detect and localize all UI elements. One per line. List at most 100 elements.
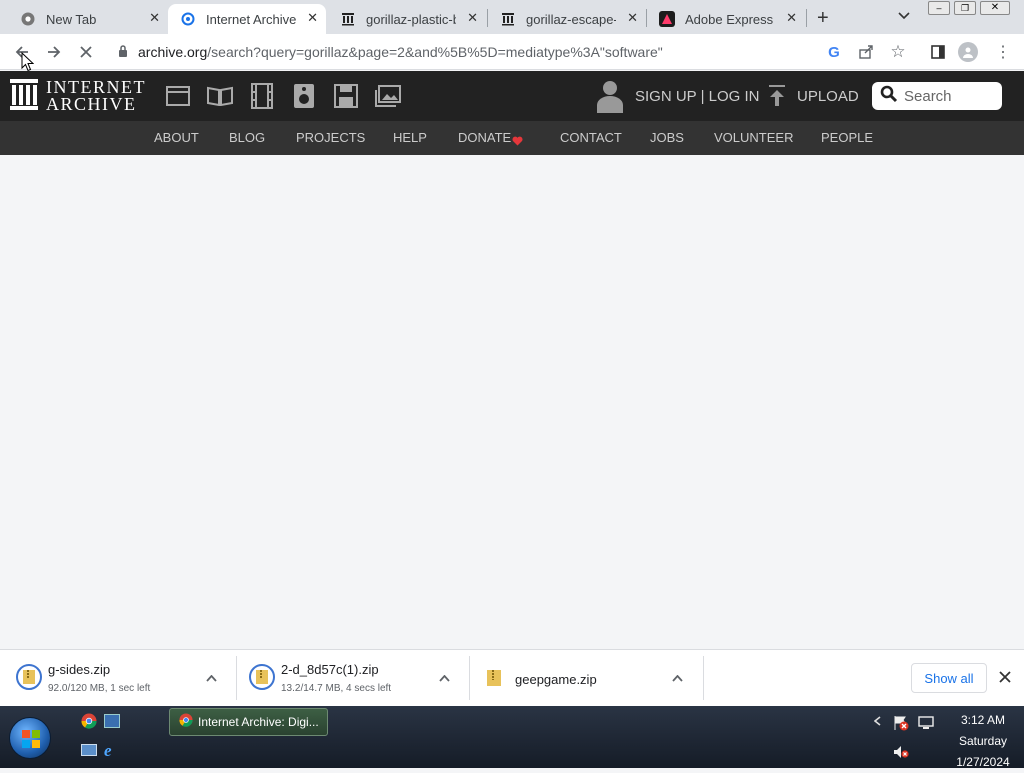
tab-strip: New Tab ✕ Internet Archive: D ✕ gorillaz… — [0, 0, 1024, 34]
ia-logo-icon[interactable] — [10, 79, 38, 116]
chevron-up-icon[interactable] — [672, 670, 683, 685]
internet-explorer-icon[interactable]: e — [104, 741, 112, 761]
close-tab-icon[interactable]: ✕ — [786, 10, 797, 26]
close-tab-icon[interactable]: ✕ — [307, 10, 318, 26]
desktop-quicklaunch-icon[interactable] — [104, 714, 120, 728]
tab-gorillaz-plastic[interactable]: gorillaz-plastic-be ✕ — [328, 4, 486, 34]
ia-wordmark[interactable]: INTERNET ARCHIVE — [46, 78, 146, 114]
tab-separator — [806, 9, 807, 27]
page-content-area — [0, 155, 1024, 649]
url-domain: archive.org — [138, 44, 208, 60]
taskbar-chrome-window[interactable]: Internet Archive: Digi... — [169, 708, 328, 736]
chevron-up-icon[interactable] — [439, 670, 450, 685]
close-tab-icon[interactable]: ✕ — [627, 10, 638, 26]
taskbar-window-title: Internet Archive: Digi... — [198, 715, 319, 729]
tab-title: gorillaz-escape-fr — [526, 11, 616, 27]
show-hidden-icons-icon[interactable] — [873, 715, 881, 729]
download-status: 92.0/120 MB, 1 sec left — [48, 683, 151, 694]
profile-avatar-icon[interactable] — [958, 42, 978, 62]
heart-icon — [512, 133, 523, 151]
signup-login-link[interactable]: SIGN UP | LOG IN — [635, 88, 759, 105]
bookmark-star-icon[interactable]: ☆ — [888, 42, 908, 62]
adobe-express-icon — [659, 11, 675, 27]
start-button[interactable] — [9, 717, 51, 759]
nav-people[interactable]: PEOPLE — [821, 130, 873, 145]
tab-gorillaz-escape[interactable]: gorillaz-escape-fr ✕ — [488, 4, 646, 34]
url-path: /search?query=gorillaz&page=2&and%5B%5D=… — [207, 44, 663, 60]
chrome-icon — [20, 11, 36, 27]
web-icon[interactable] — [165, 83, 191, 109]
window-controls: – ❐ ✕ — [928, 1, 1020, 16]
download-shelf: g-sides.zip 92.0/120 MB, 1 sec left 2-d_… — [0, 649, 1024, 706]
tab-title: gorillaz-plastic-be — [366, 11, 456, 27]
logo-line-2: ARCHIVE — [46, 94, 137, 114]
nav-blog[interactable]: BLOG — [229, 130, 265, 145]
archive-favicon-icon — [500, 11, 516, 27]
audio-speaker-icon[interactable] — [291, 83, 317, 109]
download-separator — [703, 656, 704, 700]
tab-new-tab[interactable]: New Tab ✕ — [8, 4, 168, 34]
ia-header: INTERNET ARCHIVE SIGN UP | LOG IN UPLOAD… — [0, 71, 1024, 121]
upload-link[interactable]: UPLOAD — [797, 88, 859, 105]
clock-date: 1/27/2024 — [956, 755, 1010, 769]
close-shelf-icon[interactable] — [999, 670, 1011, 688]
user-icon[interactable] — [596, 79, 624, 118]
address-bar[interactable]: archive.org/search?query=gorillaz&page=2… — [108, 38, 878, 66]
texts-book-icon[interactable] — [207, 83, 233, 109]
search-box[interactable]: Search — [872, 82, 1002, 110]
share-icon[interactable] — [856, 42, 876, 62]
nav-projects[interactable]: PROJECTS — [296, 130, 365, 145]
lock-icon — [118, 44, 128, 60]
nav-help[interactable]: HELP — [393, 130, 427, 145]
browser-toolbar: archive.org/search?query=gorillaz&page=2… — [0, 34, 1024, 70]
system-clock[interactable]: 3:12 AM Saturday 1/27/2024 — [950, 710, 1016, 773]
tab-title: Internet Archive: D — [206, 11, 296, 27]
upload-icon[interactable] — [768, 85, 786, 112]
download-status: 13.2/14.7 MB, 4 secs left — [281, 683, 392, 694]
windows-taskbar: e Internet Archive: Digi... 3:12 AM Satu… — [0, 706, 1024, 769]
nav-volunteer[interactable]: VOLUNTEER — [714, 130, 793, 145]
network-icon[interactable] — [918, 716, 934, 735]
tab-search-chevron-icon[interactable] — [898, 9, 910, 23]
archive-favicon-icon — [340, 11, 356, 27]
video-film-icon[interactable] — [249, 83, 275, 109]
chevron-up-icon[interactable] — [206, 670, 217, 685]
menu-kebab-icon[interactable]: ⋮ — [993, 42, 1013, 62]
side-panel-icon[interactable] — [928, 42, 948, 62]
back-icon[interactable] — [12, 42, 32, 62]
search-input[interactable]: Search — [904, 88, 952, 105]
window-close-icon[interactable]: ✕ — [980, 1, 1010, 15]
new-tab-icon[interactable]: + — [817, 7, 829, 30]
chrome-icon — [179, 712, 193, 732]
download-filename: 2-d_8d57c(1).zip — [281, 662, 379, 677]
download-filename: geepgame.zip — [515, 672, 597, 687]
search-icon — [880, 85, 898, 107]
clock-day: Saturday — [958, 734, 1008, 748]
tab-adobe-express[interactable]: Adobe Express ✕ — [647, 4, 805, 34]
explorer-quicklaunch-icon[interactable] — [81, 744, 97, 756]
nav-donate[interactable]: DONATE — [458, 130, 511, 145]
loading-icon — [180, 11, 196, 27]
action-center-flag-icon[interactable] — [893, 715, 909, 736]
images-icon[interactable] — [375, 83, 401, 109]
download-item[interactable]: 2-d_8d57c(1).zip 13.2/14.7 MB, 4 secs le… — [233, 650, 469, 707]
nav-contact[interactable]: CONTACT — [560, 130, 622, 145]
stop-loading-icon[interactable] — [76, 42, 96, 62]
ia-topnav: ABOUT BLOG PROJECTS HELP DONATE CONTACT … — [0, 121, 1024, 155]
google-lens-icon[interactable]: G — [824, 42, 844, 62]
tab-title: New Tab — [46, 11, 97, 27]
forward-icon[interactable] — [44, 42, 64, 62]
show-all-button[interactable]: Show all — [911, 663, 987, 693]
minimize-icon[interactable]: – — [928, 1, 950, 15]
nav-jobs[interactable]: JOBS — [650, 130, 684, 145]
close-tab-icon[interactable]: ✕ — [149, 10, 160, 26]
chrome-quicklaunch-icon[interactable] — [81, 713, 97, 734]
tab-internet-archive[interactable]: Internet Archive: D ✕ — [168, 4, 326, 34]
restore-icon[interactable]: ❐ — [954, 1, 976, 15]
download-item[interactable]: g-sides.zip 92.0/120 MB, 1 sec left — [0, 650, 236, 707]
close-tab-icon[interactable]: ✕ — [467, 10, 478, 26]
volume-muted-icon[interactable] — [893, 745, 909, 764]
software-floppy-icon[interactable] — [333, 83, 359, 109]
nav-about[interactable]: ABOUT — [154, 130, 199, 145]
download-item[interactable]: geepgame.zip — [469, 650, 703, 707]
